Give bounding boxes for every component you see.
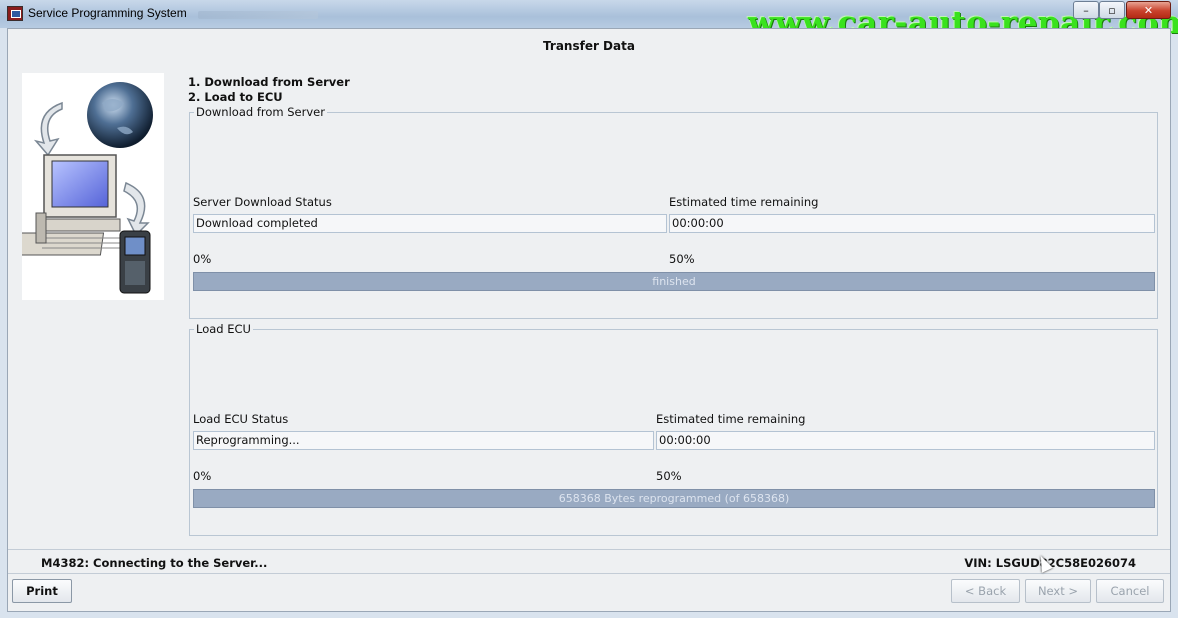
download-eta-field: 00:00:00: [669, 214, 1155, 233]
download-progress-mid-label: 50%: [669, 252, 695, 266]
load-ecu-progress-mid-label: 50%: [656, 469, 682, 483]
steps-list: 1. Download from Server 2. Load to ECU: [188, 75, 350, 105]
download-progress-min-label: 0%: [193, 252, 212, 266]
cancel-button[interactable]: Cancel: [1096, 579, 1164, 603]
close-button[interactable]: ✕: [1126, 1, 1171, 19]
load-ecu-status-label: Load ECU Status: [193, 412, 289, 426]
download-progress-text: finished: [652, 275, 696, 288]
step-load-ecu: 2. Load to ECU: [188, 90, 283, 104]
load-ecu-progress-min-label: 0%: [193, 469, 212, 483]
print-button[interactable]: Print: [12, 579, 72, 603]
load-ecu-progress-bar: 658368 Bytes reprogrammed (of 658368): [193, 489, 1155, 508]
app-icon: [7, 6, 23, 21]
maximize-button[interactable]: ▫: [1099, 1, 1125, 19]
status-divider-bottom: [8, 573, 1170, 574]
status-message: M4382: Connecting to the Server...: [41, 556, 268, 570]
next-button[interactable]: Next >: [1025, 579, 1091, 603]
download-panel: Download from Server Server Download Sta…: [189, 105, 1158, 319]
download-eta-label: Estimated time remaining: [669, 195, 819, 209]
window-title: Service Programming System: [28, 6, 187, 20]
load-ecu-progress-text: 658368 Bytes reprogrammed (of 658368): [558, 492, 790, 505]
server-download-status-field: Download completed: [193, 214, 667, 233]
transfer-illustration: [3, 73, 164, 300]
computer-globe-illustration-icon: [3, 82, 153, 294]
download-progress-bar: finished: [193, 272, 1155, 291]
load-ecu-panel: Load ECU Load ECU Status Estimated time …: [189, 322, 1158, 536]
download-panel-legend: Download from Server: [196, 105, 325, 119]
step-download: 1. Download from Server: [188, 75, 350, 89]
title-bar: Service Programming System www.car-auto-…: [0, 0, 1178, 41]
minimize-button[interactable]: –: [1073, 1, 1099, 19]
faded-menu-strip: [198, 11, 318, 19]
page-title: Transfer Data: [543, 39, 635, 53]
load-ecu-status-field: Reprogramming...: [193, 431, 654, 450]
load-ecu-panel-legend: Load ECU: [196, 322, 251, 336]
back-button[interactable]: < Back: [951, 579, 1020, 603]
server-download-status-label: Server Download Status: [193, 195, 332, 209]
main-window: Transfer Data 1. Download from Server 2.…: [3, 28, 1171, 612]
status-divider-top: [8, 549, 1170, 550]
load-ecu-eta-field: 00:00:00: [656, 431, 1155, 450]
load-ecu-eta-label: Estimated time remaining: [656, 412, 806, 426]
